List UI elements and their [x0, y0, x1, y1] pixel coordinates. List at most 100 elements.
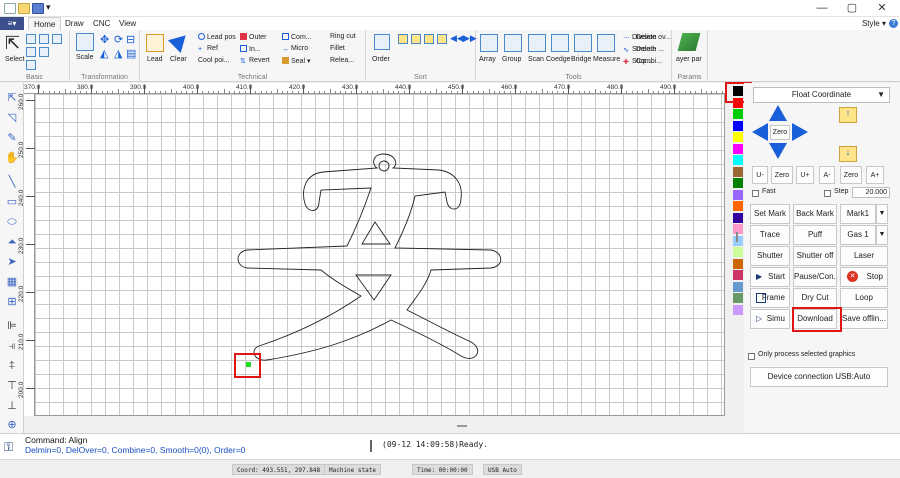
lead-icon[interactable]	[146, 34, 164, 52]
scan-icon[interactable]	[528, 34, 546, 52]
glyph-upper-triangle[interactable]	[361, 221, 391, 245]
sub-select-icon[interactable]	[39, 34, 49, 44]
layer-color-swatch[interactable]	[733, 143, 743, 154]
layer-color-swatch[interactable]	[733, 132, 743, 142]
jog-left-icon[interactable]	[752, 123, 768, 141]
layer-params-icon[interactable]	[677, 33, 701, 51]
quick-access-dropdown-icon[interactable]: ▾	[46, 2, 51, 13]
fast-checkbox[interactable]	[752, 190, 759, 197]
trace-button[interactable]: Trace	[750, 225, 790, 245]
align-center-icon[interactable]: ⍏	[4, 359, 20, 373]
sort-last-icon[interactable]	[437, 34, 447, 44]
scale-icon[interactable]	[76, 33, 94, 51]
coedge-icon[interactable]	[551, 34, 569, 52]
seal-button[interactable]: Seal ▾	[291, 58, 310, 65]
move-icon[interactable]: ✥	[100, 33, 109, 46]
back-mark-button[interactable]: Back Mark	[793, 204, 837, 224]
z-down-icon[interactable]: ↓	[839, 146, 857, 162]
layer-color-swatch[interactable]	[733, 293, 743, 303]
jog-up-icon[interactable]	[769, 105, 787, 121]
ring-cut-button[interactable]: Ring cut	[330, 33, 356, 40]
glyph-hole[interactable]	[378, 160, 390, 172]
measure-button[interactable]: Measure	[593, 56, 620, 63]
layer-color-swatch[interactable]	[733, 155, 743, 165]
scan-button[interactable]: Scan	[528, 56, 544, 63]
layer-color-swatch[interactable]	[733, 247, 743, 257]
new-file-icon[interactable]	[4, 3, 16, 14]
group-icon[interactable]	[504, 34, 522, 52]
ref-button[interactable]: Ref	[207, 45, 218, 52]
style-menu[interactable]: Style ▾	[862, 17, 886, 30]
sort-next-icon[interactable]	[424, 34, 434, 44]
clear-button[interactable]: Clear	[170, 56, 187, 63]
canvas-splitter[interactable]	[457, 425, 467, 427]
set-mark-button[interactable]: Set Mark	[750, 204, 790, 224]
layer-color-swatch[interactable]	[733, 212, 743, 223]
zoom-fit-icon[interactable]	[26, 47, 36, 57]
glyph-outline[interactable]	[237, 153, 502, 361]
frame-button[interactable]: Frame	[750, 288, 790, 308]
distribute-icon[interactable]: ▤	[126, 47, 136, 60]
fillet-button[interactable]: Fillet	[330, 45, 345, 52]
bridge-icon[interactable]	[574, 34, 592, 52]
device-connection-button[interactable]: Device connection USB:Auto	[750, 367, 888, 387]
measure-icon[interactable]	[597, 34, 615, 52]
save-icon[interactable]	[32, 3, 44, 14]
gas-select[interactable]: Gas 1	[840, 225, 876, 245]
shutter-button[interactable]: Shutter	[750, 246, 790, 266]
mirror-h-icon[interactable]: ◭	[100, 47, 108, 60]
loop-button[interactable]: Loop	[840, 288, 888, 308]
revert-button[interactable]: Revert	[249, 57, 270, 64]
save-offline-button[interactable]: Save offlin...	[840, 309, 888, 329]
z-up-icon[interactable]: ↑	[839, 107, 857, 123]
laser-button[interactable]: Laser	[840, 246, 888, 266]
sort-prev-icon[interactable]	[411, 34, 421, 44]
zero-center-button[interactable]: Zero	[770, 125, 790, 140]
sort-back-icon[interactable]: ◀◀	[450, 33, 464, 44]
line-tool-icon[interactable]: ╲	[4, 175, 20, 189]
a-plus-button[interactable]: A+	[866, 166, 884, 184]
bridge-button[interactable]: Bridge	[571, 56, 591, 63]
scale-button[interactable]: Scale	[76, 54, 94, 61]
tab-draw[interactable]: Draw	[60, 17, 89, 30]
u-zero-button[interactable]: Zero	[771, 166, 793, 184]
help-icon[interactable]: ?	[889, 19, 898, 28]
node-edit-icon[interactable]	[26, 34, 36, 44]
node-tool-icon[interactable]: ◹	[4, 111, 20, 125]
layer-color-swatch[interactable]	[733, 109, 743, 119]
mark-select[interactable]: Mark1	[840, 204, 876, 224]
array-button[interactable]: Array	[479, 56, 496, 63]
restore-button[interactable]: ▢	[842, 2, 862, 15]
u-minus-button[interactable]: U-	[752, 166, 768, 184]
in-button[interactable]: In...	[249, 46, 261, 53]
clear-eraser-icon[interactable]	[167, 28, 193, 54]
command-splitter[interactable]	[370, 440, 372, 452]
layer-color-swatch[interactable]	[733, 201, 743, 211]
align-bottom-icon[interactable]: ⊥	[4, 399, 20, 413]
select-arrow-icon[interactable]: ⇱	[5, 34, 20, 52]
select-button[interactable]: Select	[5, 56, 24, 63]
pause-continue-button[interactable]: Pause/Con...	[793, 267, 837, 287]
sort-first-icon[interactable]	[398, 34, 408, 44]
layer-color-swatch[interactable]	[733, 178, 743, 188]
layer-color-swatch[interactable]	[733, 304, 743, 315]
micro-button[interactable]: Micro	[291, 45, 308, 52]
layer-color-swatch[interactable]	[733, 281, 743, 292]
align-left-icon[interactable]: ⊫	[4, 319, 20, 333]
only-selected-checkbox[interactable]	[748, 353, 755, 360]
more-tools-icon[interactable]: ⊕	[4, 418, 20, 432]
outer-button[interactable]: Outer	[249, 34, 267, 41]
panel-splitter[interactable]	[736, 232, 738, 242]
group-button[interactable]: Group	[502, 56, 521, 63]
mirror-v-icon[interactable]: ◮	[114, 47, 122, 60]
pan-icon[interactable]	[52, 34, 62, 44]
layer-color-swatch[interactable]	[733, 258, 743, 269]
shutter-off-button[interactable]: Shutter off	[793, 246, 837, 266]
star-tool-icon[interactable]: ➤	[4, 255, 20, 269]
layer-color-swatch[interactable]	[733, 224, 743, 234]
zoom-out-icon[interactable]	[26, 60, 36, 70]
dry-cut-button[interactable]: Dry Cut	[793, 288, 837, 308]
close-button[interactable]: ✕	[872, 2, 892, 15]
layer-color-swatch[interactable]	[733, 166, 743, 177]
sort-forward-icon[interactable]: ▶▶	[463, 33, 477, 44]
